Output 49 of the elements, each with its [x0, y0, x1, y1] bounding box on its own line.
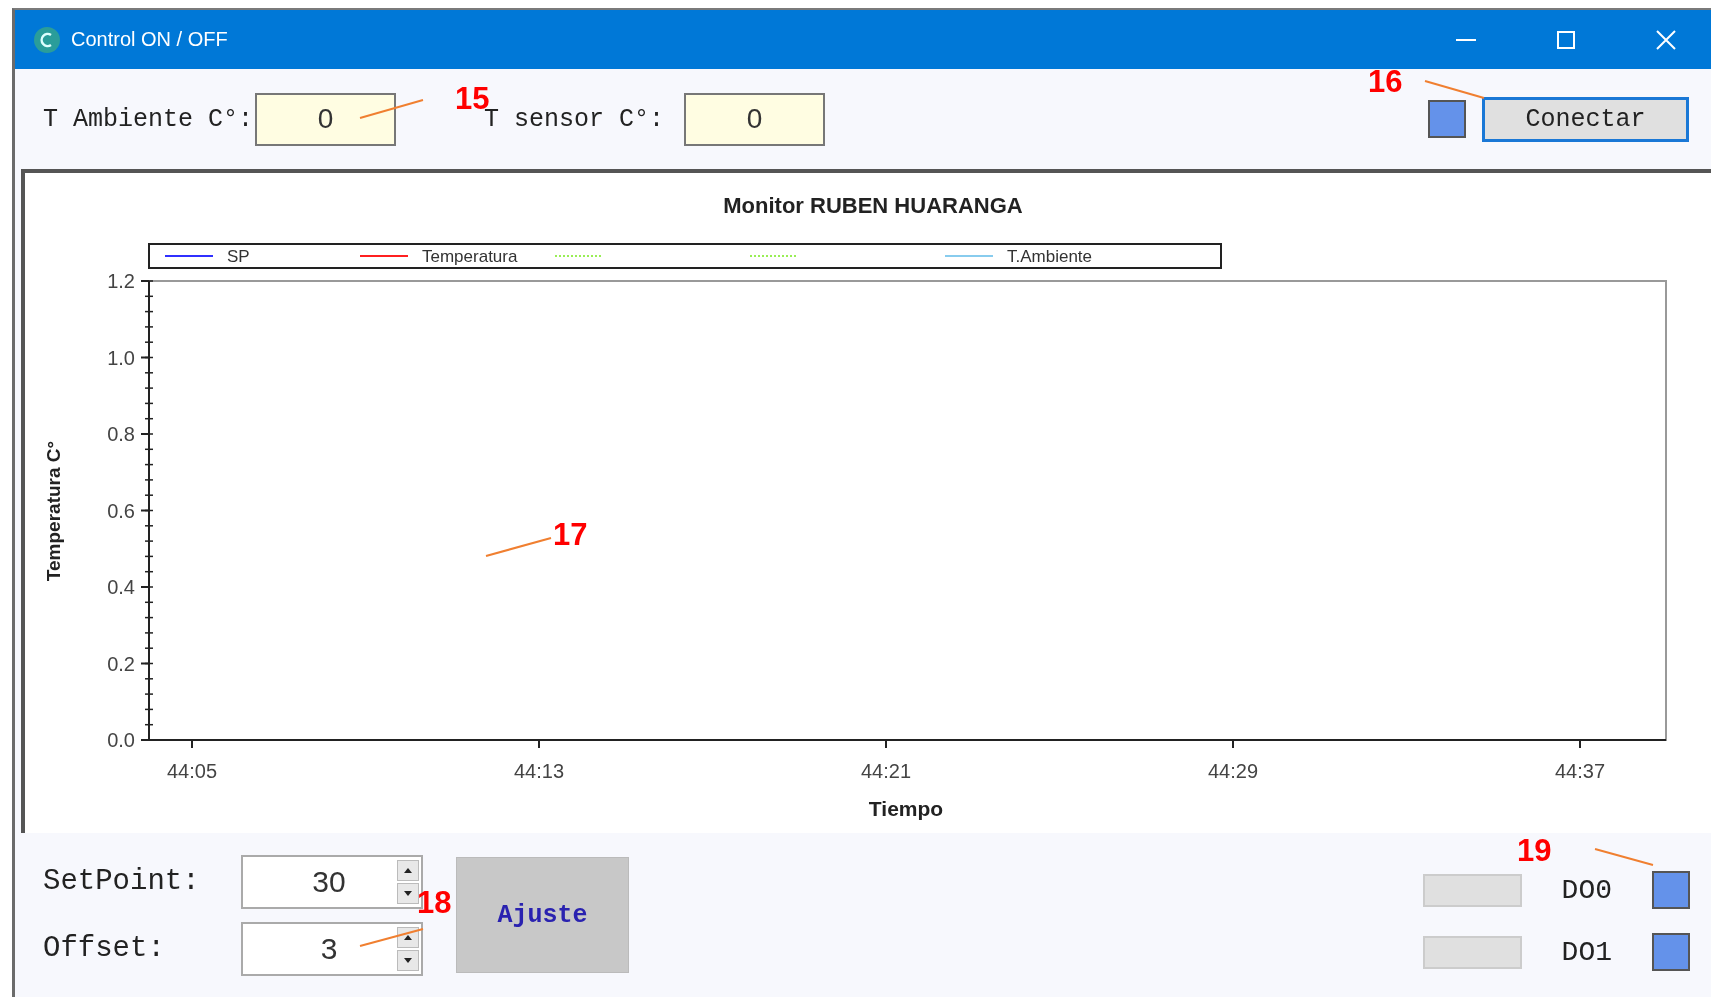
output-label: DO0 — [1561, 874, 1612, 906]
leader-line — [485, 537, 552, 557]
callout-number: 19 — [1517, 833, 1552, 868]
leader-line — [359, 928, 424, 947]
field-label: SetPoint: — [43, 865, 201, 898]
leader-line — [1424, 80, 1485, 99]
y-tick-label: 0.0 — [107, 729, 135, 751]
up-arrow-icon — [404, 867, 412, 873]
legend-label: SP — [227, 247, 250, 266]
down-arrow-icon — [404, 890, 412, 896]
x-tick-label: 44:21 — [860, 760, 912, 782]
readout-field: 0 — [255, 92, 397, 146]
legend-label: Temperatura — [422, 247, 518, 266]
x-tick-label: 44:13 — [513, 760, 565, 782]
x-tick-label: 44:37 — [1554, 760, 1606, 782]
y-tick-label: 0.4 — [107, 576, 135, 598]
y-tick-label: 0.6 — [107, 499, 135, 522]
up-arrow-icon — [404, 934, 412, 940]
y-axis-title: Temperatura C° — [43, 440, 64, 582]
y-tick-label: 0.8 — [107, 423, 135, 445]
field-label: Offset: — [43, 932, 166, 965]
legend-label: T.Ambiente — [1007, 247, 1093, 266]
close-icon — [1656, 29, 1676, 50]
x-tick-label: 44:29 — [1207, 760, 1259, 782]
connect-button[interactable]: Conectar — [1482, 96, 1689, 142]
spin-down-button[interactable] — [397, 882, 419, 904]
x-axis-title: Tiempo — [868, 797, 944, 820]
callout-number: 16 — [1368, 64, 1403, 99]
spin-up-button[interactable] — [397, 926, 419, 948]
y-tick-label: 1.2 — [107, 270, 135, 292]
spin-up-button[interactable] — [397, 859, 419, 881]
leader-line — [359, 99, 424, 119]
app-icon — [33, 25, 61, 54]
spin-down-button[interactable] — [397, 949, 419, 971]
adjust-button[interactable]: Ajuste — [456, 857, 629, 973]
x-tick-label: 44:05 — [166, 760, 218, 782]
window-title: Control ON / OFF — [71, 28, 229, 51]
leader-line — [1594, 848, 1654, 866]
callout-number: 17 — [553, 517, 588, 552]
down-arrow-icon — [404, 957, 412, 963]
maximize-icon — [1557, 30, 1575, 49]
y-tick-label: 1.0 — [107, 346, 135, 369]
output-label: DO1 — [1561, 936, 1612, 968]
minimize-icon — [1456, 38, 1476, 41]
chart-title: Monitor RUBEN HUARANGA — [723, 193, 1023, 218]
field-label: T Ambiente C°: — [43, 104, 254, 134]
readout-field: 0 — [684, 92, 826, 146]
y-tick-label: 0.2 — [107, 652, 135, 675]
spin-field[interactable]: 3 — [241, 921, 423, 976]
